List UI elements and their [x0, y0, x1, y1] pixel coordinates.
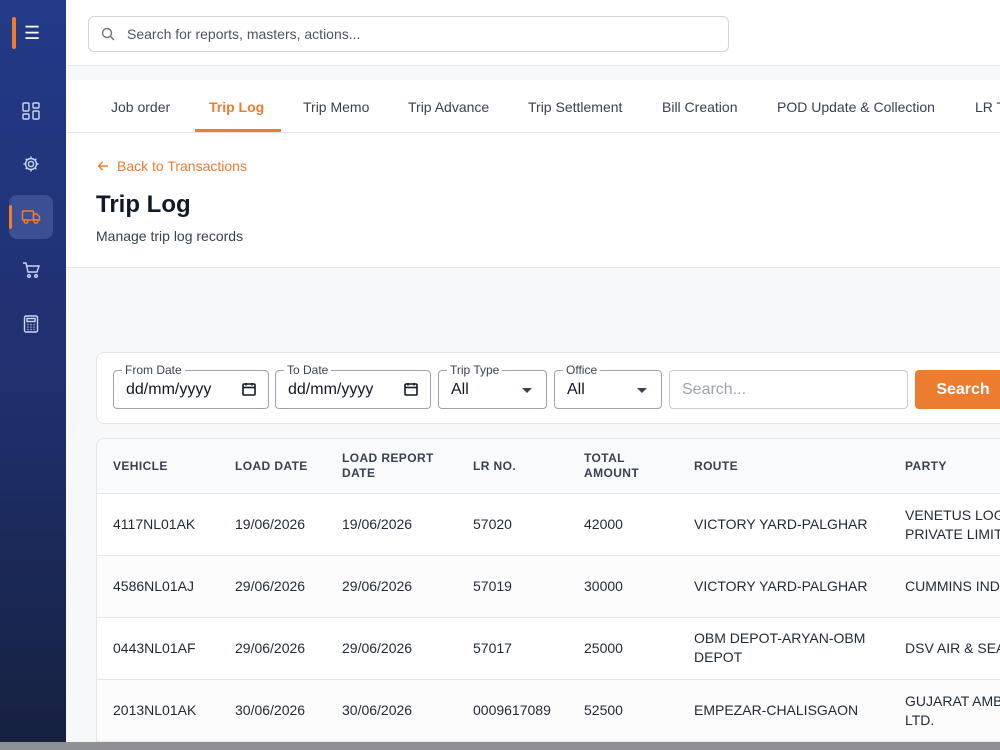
cell-route: VICTORY YARD-PALGHAR — [694, 516, 868, 532]
tab-pod-update-collection[interactable]: POD Update & Collection — [777, 99, 935, 115]
page-header: Back to Transactions Trip Log Manage tri… — [66, 133, 1000, 268]
cell-party: GUJARAT AMB LTD. — [905, 693, 1000, 728]
trip-log-table: VEHICLE LOAD DATE LOAD REPORT DATE LR NO.… — [96, 438, 1000, 742]
cell-route: EMPEZAR-CHALISGAON — [694, 702, 859, 718]
tab-trip-advance[interactable]: Trip Advance — [408, 99, 489, 115]
tab-job-order[interactable]: Job order — [111, 99, 170, 115]
tab-trip-settlement[interactable]: Trip Settlement — [528, 99, 622, 115]
table-row[interactable]: 4117NL01AK 19/06/2026 19/06/2026 57020 4… — [97, 494, 1000, 556]
chevron-down-icon — [637, 388, 647, 393]
chevron-down-icon — [522, 388, 532, 393]
calendar-icon — [404, 383, 418, 396]
table-row[interactable]: 0443NL01AF 29/06/2026 29/06/2026 57017 2… — [97, 618, 1000, 680]
toggle-accent-bar — [12, 17, 16, 49]
window-bottom-edge — [0, 742, 1000, 750]
cell-lr-no: 57020 — [473, 516, 512, 532]
cell-lr-no: 57019 — [473, 578, 512, 594]
column-header-lr-no[interactable]: LR NO. — [473, 459, 516, 474]
search-button[interactable]: Search — [915, 370, 1000, 409]
calendar-icon — [242, 383, 256, 396]
column-header-load-date[interactable]: LOAD DATE — [235, 459, 308, 474]
search-icon — [101, 27, 115, 41]
cell-load-date: 19/06/2026 — [235, 516, 306, 532]
cell-party: DSV AIR & SEA — [905, 640, 1000, 656]
cart-icon — [22, 262, 40, 278]
to-date-value: dd/mm/yyyy — [288, 381, 374, 398]
tab-lr-t[interactable]: LR T — [975, 99, 1000, 115]
cell-total-amount: 42000 — [584, 516, 623, 532]
sidebar-item-purchase[interactable] — [9, 248, 53, 292]
module-tabs: Job order Trip Log Trip Memo Trip Advanc… — [66, 80, 1000, 133]
office-value: All — [567, 381, 585, 398]
filter-bar: From Date dd/mm/yyyy To Date dd/mm/yyyy … — [96, 352, 1000, 424]
cell-total-amount: 30000 — [584, 578, 623, 594]
trip-type-value: All — [451, 381, 469, 398]
cell-route: VICTORY YARD-PALGHAR — [694, 578, 868, 594]
cell-route: OBM DEPOT-ARYAN-OBM DEPOT — [694, 630, 866, 665]
cell-vehicle: 2013NL01AK — [113, 702, 197, 718]
column-header-load-report-date[interactable]: LOAD REPORT DATE — [342, 451, 434, 481]
column-header-total-amount[interactable]: TOTAL AMOUNT — [584, 451, 639, 481]
filter-search-input[interactable] — [670, 371, 907, 408]
cell-total-amount: 52500 — [584, 702, 623, 718]
cell-vehicle: 4586NL01AJ — [113, 578, 194, 594]
cell-vehicle: 0443NL01AF — [113, 640, 196, 656]
office-select[interactable]: Office All — [554, 363, 662, 409]
office-label: Office — [563, 363, 601, 377]
tab-bill-creation[interactable]: Bill Creation — [662, 99, 737, 115]
sidebar-item-transactions[interactable] — [9, 195, 53, 239]
filter-search[interactable] — [669, 370, 908, 409]
from-date-value: dd/mm/yyyy — [126, 381, 212, 398]
from-date-field[interactable]: From Date dd/mm/yyyy — [113, 363, 269, 409]
page-title: Trip Log — [96, 191, 191, 218]
trip-type-select[interactable]: Trip Type All — [438, 363, 547, 409]
calculator-icon — [23, 315, 39, 333]
top-bar — [66, 0, 1000, 66]
cell-load-report-date: 29/06/2026 — [342, 578, 413, 594]
cell-load-date: 29/06/2026 — [235, 578, 306, 594]
to-date-field[interactable]: To Date dd/mm/yyyy — [275, 363, 431, 409]
cell-party: CUMMINS INDI — [905, 578, 1000, 594]
to-date-label: To Date — [284, 363, 332, 377]
tab-trip-memo[interactable]: Trip Memo — [303, 99, 369, 115]
cell-load-report-date: 29/06/2026 — [342, 640, 413, 656]
main-content: Job order Trip Log Trip Memo Trip Advanc… — [66, 0, 1000, 742]
active-tab-indicator — [195, 129, 281, 132]
back-link-label: Back to Transactions — [117, 158, 247, 174]
sidebar-item-settings[interactable] — [9, 142, 53, 186]
gear-icon — [23, 156, 39, 172]
sidebar-toggle-button[interactable]: ☰ — [12, 17, 44, 49]
menu-icon: ☰ — [24, 23, 41, 43]
tab-trip-log[interactable]: Trip Log — [209, 99, 264, 115]
global-search[interactable] — [88, 16, 729, 52]
sidebar-item-dashboard[interactable] — [9, 89, 53, 133]
cell-load-report-date: 19/06/2026 — [342, 516, 413, 532]
table-row[interactable]: 4586NL01AJ 29/06/2026 29/06/2026 57019 3… — [97, 556, 1000, 618]
cell-total-amount: 25000 — [584, 640, 623, 656]
cell-load-date: 29/06/2026 — [235, 640, 306, 656]
sidebar: ☰ — [0, 0, 66, 742]
arrow-left-icon — [97, 161, 108, 171]
table-header: VEHICLE LOAD DATE LOAD REPORT DATE LR NO.… — [97, 439, 1000, 494]
column-header-vehicle[interactable]: VEHICLE — [113, 459, 168, 474]
sidebar-item-accounts[interactable] — [9, 302, 53, 346]
cell-party: VENETUS LOGIPRIVATE LIMITE — [905, 507, 1000, 542]
page-subtitle: Manage trip log records — [96, 228, 244, 244]
column-header-party[interactable]: PARTY — [905, 459, 947, 474]
column-header-route[interactable]: ROUTE — [694, 459, 738, 474]
table-row[interactable]: 2013NL01AK 30/06/2026 30/06/2026 0009617… — [97, 680, 1000, 742]
dashboard-icon — [22, 102, 40, 120]
from-date-label: From Date — [122, 363, 185, 377]
cell-vehicle: 4117NL01AK — [113, 516, 196, 532]
back-to-transactions-link[interactable]: Back to Transactions — [97, 158, 247, 174]
cell-lr-no: 57017 — [473, 640, 512, 656]
cell-load-date: 30/06/2026 — [235, 702, 306, 718]
cell-lr-no: 0009617089 — [473, 702, 551, 718]
truck-icon — [21, 210, 41, 225]
global-search-input[interactable] — [127, 17, 717, 51]
trip-type-label: Trip Type — [447, 363, 503, 377]
cell-load-report-date: 30/06/2026 — [342, 702, 413, 718]
